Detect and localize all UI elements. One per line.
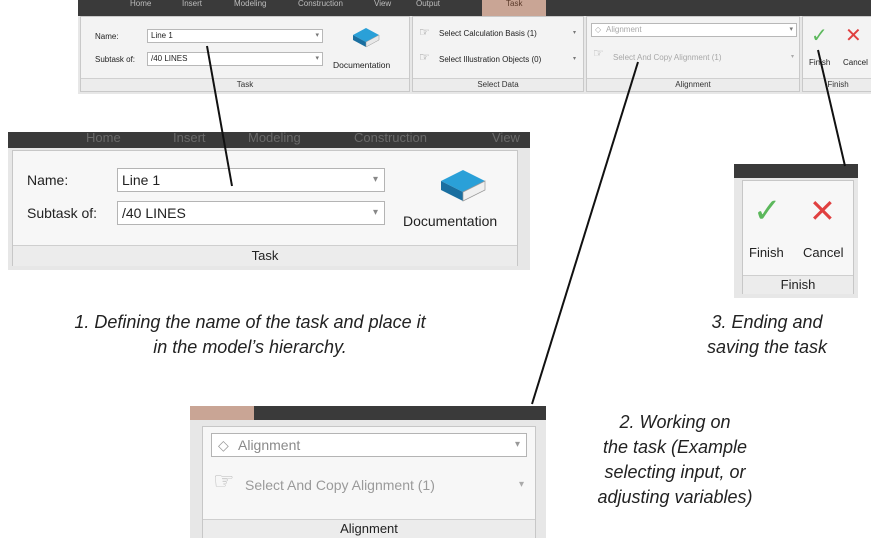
connector-alignment bbox=[531, 61, 639, 405]
caption-step3: 3. Ending and saving the task bbox=[706, 312, 828, 357]
connector-task bbox=[206, 45, 233, 187]
caption-step2: 2. Working on the task (Example selectin… bbox=[597, 412, 753, 507]
caption-step1: 1. Defining the name of the task and pla… bbox=[74, 312, 426, 357]
connector-finish bbox=[817, 49, 846, 167]
